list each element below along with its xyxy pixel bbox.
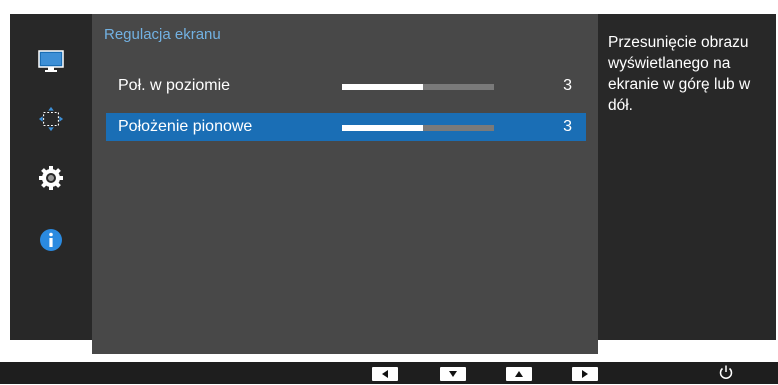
slider-fill (342, 84, 423, 90)
screen-position-icon[interactable] (38, 106, 64, 132)
help-text: Przesunięcie obrazu wyświetlanego na ekr… (608, 34, 751, 114)
gear-icon[interactable] (38, 165, 64, 191)
monitor-icon[interactable] (38, 48, 64, 74)
row-label: Poł. w poziomie (118, 77, 231, 94)
down-arrow-icon[interactable] (440, 367, 466, 381)
left-arrow-icon[interactable] (372, 367, 398, 381)
row-value: 3 (563, 77, 572, 94)
row-value: 3 (563, 118, 572, 135)
up-arrow-icon[interactable] (506, 367, 532, 381)
horizontal-position-slider[interactable] (342, 84, 494, 90)
slider-fill (342, 125, 423, 131)
vertical-position-slider[interactable] (342, 125, 494, 131)
row-label: Położenie pionowe (118, 118, 253, 135)
menu-row-horizontal-position[interactable]: Poł. w poziomie 3 (106, 72, 586, 100)
menu-title: Regulacja ekranu (104, 26, 221, 43)
power-icon[interactable] (718, 364, 734, 380)
info-icon[interactable] (38, 227, 64, 253)
menu-panel (92, 14, 598, 354)
menu-row-vertical-position[interactable]: Położenie pionowe 3 (106, 113, 586, 141)
right-arrow-icon[interactable] (572, 367, 598, 381)
